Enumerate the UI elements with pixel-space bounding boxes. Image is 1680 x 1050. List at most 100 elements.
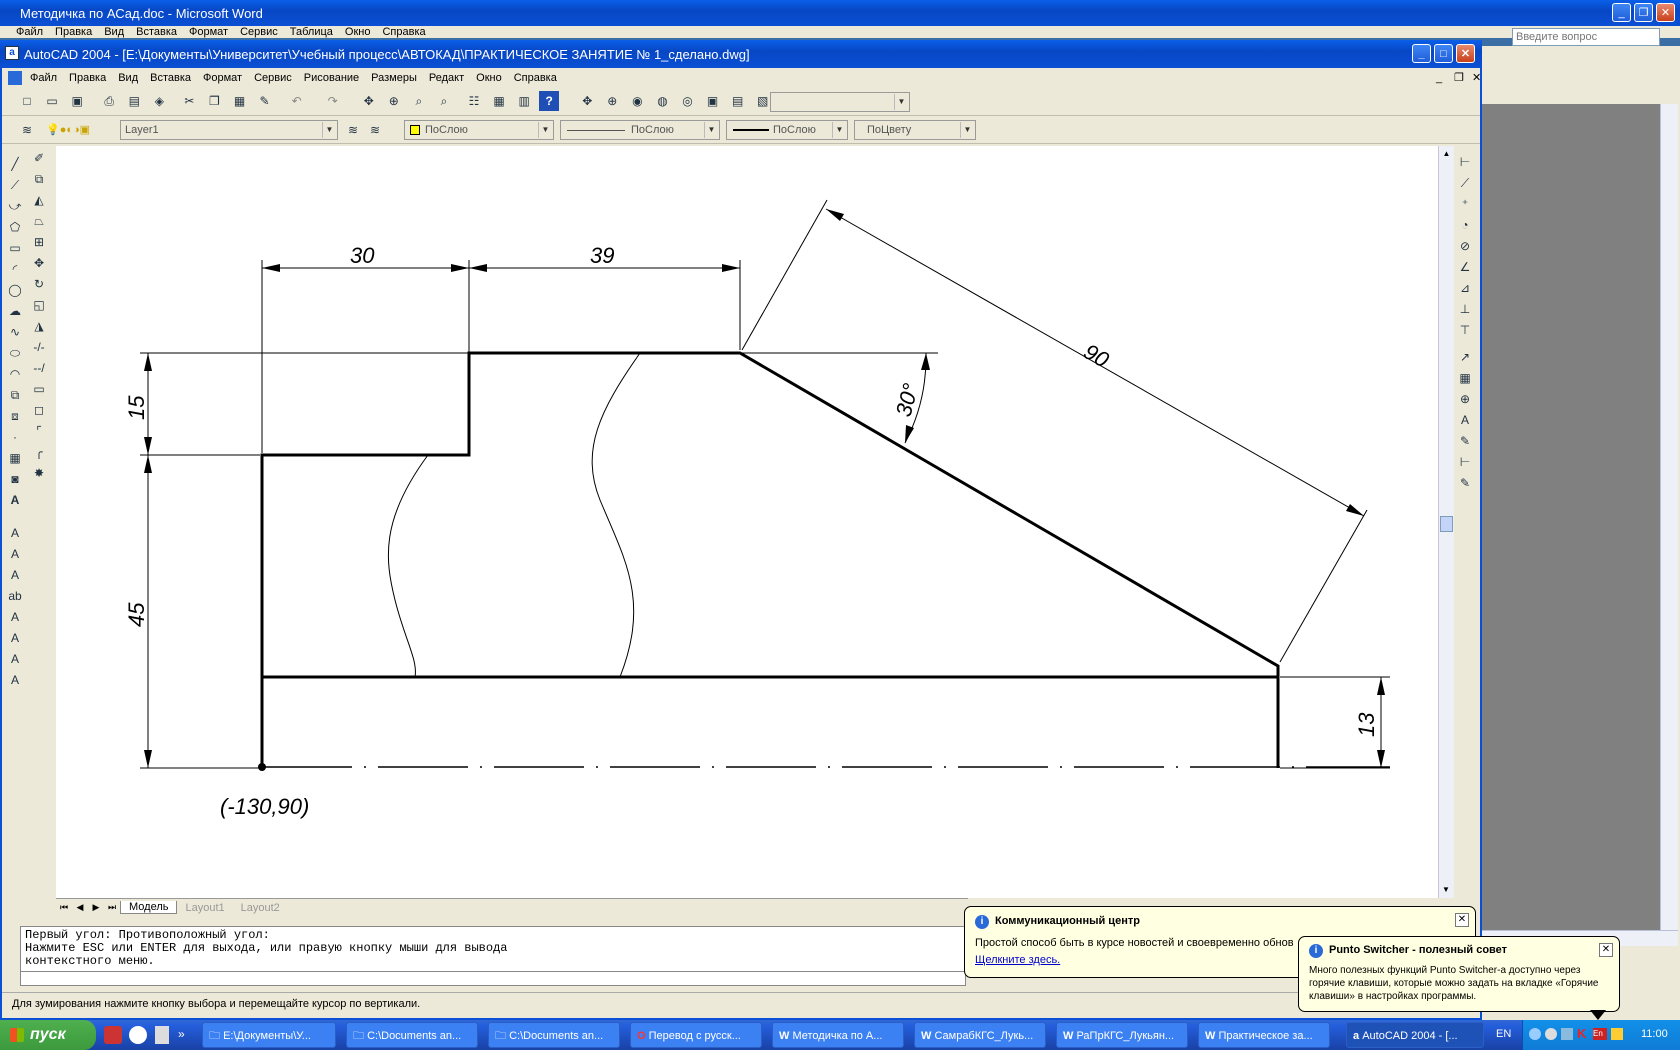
linear-dim-icon[interactable]: ⊢ [1454, 152, 1476, 173]
arc-icon[interactable]: ◜ [4, 259, 26, 280]
tool-palettes-icon[interactable]: ▥ [514, 91, 534, 111]
menu-view[interactable]: Вид [112, 72, 144, 84]
tray-icon-3[interactable] [1561, 1028, 1573, 1040]
render-icon[interactable]: ▣ [703, 91, 723, 111]
pan-icon[interactable]: ✥ [359, 91, 379, 111]
preview-icon[interactable]: ▤ [124, 91, 144, 111]
word-menu-insert[interactable]: Вставка [130, 26, 183, 38]
scale-text-icon[interactable]: A [4, 628, 26, 649]
zoom-window-icon[interactable]: ⌕ [409, 91, 429, 111]
ellipse-arc-icon[interactable]: ◠ [4, 364, 26, 385]
save-icon[interactable]: ▣ [67, 91, 87, 111]
spline-icon[interactable]: ∿ [4, 322, 26, 343]
word-menu-help[interactable]: Справка [376, 26, 431, 38]
stretch-icon[interactable]: ◮ [28, 316, 50, 337]
menu-tools[interactable]: Сервис [248, 72, 298, 84]
join-icon[interactable]: ◻ [28, 400, 50, 421]
zoom-icon[interactable]: ⊕ [602, 91, 622, 111]
scale-icon[interactable]: ◱ [28, 295, 50, 316]
orbit-icon[interactable]: ◉ [627, 91, 647, 111]
zoom-previous-icon[interactable]: ⌕ [434, 91, 454, 111]
tab-first-icon[interactable]: ⏮ [56, 902, 72, 913]
mtext-icon[interactable]: A [4, 544, 26, 565]
menu-insert[interactable]: Вставка [144, 72, 197, 84]
word-menu-window[interactable]: Окно [339, 26, 377, 38]
drawing-area[interactable]: 30 39 15 45 13 90 30° (-130,90) [56, 146, 1438, 898]
start-button[interactable]: пуск [0, 1020, 96, 1050]
tab-last-icon[interactable]: ⏭ [104, 902, 120, 913]
quicklaunch-doc-icon[interactable] [154, 1026, 169, 1044]
ordinate-dim-icon[interactable]: ⁺ [1454, 194, 1476, 215]
chamfer-icon[interactable]: ⌜ [28, 421, 50, 442]
tray-icon-6[interactable] [1611, 1028, 1623, 1040]
justify-text-icon[interactable]: A [4, 649, 26, 670]
autocad-close-button[interactable]: ✕ [1456, 44, 1475, 63]
angular-dim-icon[interactable]: ∠ [1454, 257, 1476, 278]
move-icon[interactable]: ✥ [28, 253, 50, 274]
quicklaunch-ie-icon[interactable] [129, 1026, 148, 1044]
layer-combo[interactable]: Layer1 ▼ [120, 120, 338, 140]
layer-manager-icon[interactable]: ≋ [17, 120, 37, 140]
trim-icon[interactable]: -/- [28, 337, 50, 358]
autocad-titlebar[interactable]: AutoCAD 2004 - [E:\Документы\Университет… [0, 40, 1482, 68]
baseline-dim-icon[interactable]: ⊥ [1454, 299, 1476, 320]
word-menu-view[interactable]: Вид [98, 26, 130, 38]
command-window[interactable]: Первый угол: Противоположный угол: Нажми… [20, 926, 966, 972]
autocad-minimize-button[interactable]: _ [1412, 44, 1431, 63]
punto-close-icon[interactable]: ✕ [1599, 943, 1613, 957]
view-icon[interactable]: ◍ [652, 91, 672, 111]
quicklaunch-more-icon[interactable]: » [178, 1027, 185, 1041]
vscroll-down-icon[interactable]: ▼ [1439, 882, 1453, 898]
aligned-dim-icon[interactable]: ⟋ [1454, 173, 1476, 194]
center-mark-icon[interactable]: ⊕ [1454, 389, 1476, 410]
leader-icon[interactable]: ↗ [1454, 347, 1476, 368]
offset-icon[interactable]: ⏢ [28, 211, 50, 232]
tray-icon-1[interactable] [1529, 1028, 1541, 1040]
copy-object-icon[interactable]: ⧉ [28, 169, 50, 190]
new-icon[interactable]: □ [17, 91, 37, 111]
tab-layout1[interactable]: Layout1 [177, 902, 232, 914]
line-icon[interactable]: ╱ [4, 154, 26, 175]
menu-draw[interactable]: Рисование [298, 72, 365, 84]
task-autocad[interactable]: a AutoCAD 2004 - [... [1346, 1022, 1484, 1048]
dim-edit-icon[interactable]: A [1454, 410, 1476, 431]
text-style-icon[interactable]: A [4, 607, 26, 628]
find-text-icon[interactable]: ab [4, 586, 26, 607]
undo-icon[interactable]: ↶ [287, 91, 307, 111]
language-indicator[interactable]: EN [1496, 1028, 1511, 1040]
polygon-icon[interactable]: ⬠ [4, 217, 26, 238]
plotstyle-combo[interactable]: ПоЦвету ▼ [854, 120, 976, 140]
make-current-layer-icon[interactable]: ≋ [343, 120, 363, 140]
layer-previous-icon[interactable]: ≋ [365, 120, 385, 140]
word-menu-edit[interactable]: Правка [49, 26, 98, 38]
word-menu-table[interactable]: Таблица [284, 26, 339, 38]
camera-icon[interactable]: ◎ [678, 91, 698, 111]
erase-icon[interactable]: ✐ [28, 148, 50, 169]
fillet-icon[interactable]: ╭ [28, 442, 50, 463]
explode-icon[interactable]: ✸ [28, 463, 50, 484]
continue-dim-icon[interactable]: ⊤ [1454, 320, 1476, 341]
menu-file[interactable]: Файл [24, 72, 63, 84]
word-minimize-button[interactable]: _ [1612, 3, 1631, 22]
word-maximize-button[interactable]: ❐ [1634, 3, 1653, 22]
tab-layout2[interactable]: Layout2 [233, 902, 288, 914]
task-word-4[interactable]: W Практическое за... [1198, 1022, 1330, 1048]
tab-model[interactable]: Модель [120, 901, 178, 914]
print-icon[interactable]: ⎙ [99, 91, 119, 111]
punto-balloon[interactable]: i Punto Switcher - полезный совет Много п… [1298, 936, 1620, 1012]
quicklaunch-app-icon[interactable] [104, 1026, 122, 1044]
vscroll-up-icon[interactable]: ▲ [1439, 146, 1454, 162]
drawing-canvas[interactable]: 30 39 15 45 13 90 30° (-130,90) [56, 146, 1438, 898]
word-menu-format[interactable]: Формат [183, 26, 234, 38]
command-input[interactable] [20, 972, 966, 986]
tab-prev-icon[interactable]: ◀ [72, 902, 88, 913]
make-block-icon[interactable]: ⧈ [4, 406, 26, 427]
task-explorer-3[interactable]: 🗀 C:\Documents an... [488, 1022, 620, 1048]
task-explorer-1[interactable]: 🗀 E:\Документы\У... [202, 1022, 336, 1048]
tray-icon-2[interactable] [1545, 1028, 1557, 1040]
match-properties-icon[interactable]: ✎ [255, 91, 275, 111]
tray-kaspersky-icon[interactable]: K [1577, 1026, 1586, 1041]
menu-dimension[interactable]: Размеры [365, 72, 423, 84]
menu-help[interactable]: Справка [508, 72, 563, 84]
paste-icon[interactable]: ▦ [230, 91, 250, 111]
